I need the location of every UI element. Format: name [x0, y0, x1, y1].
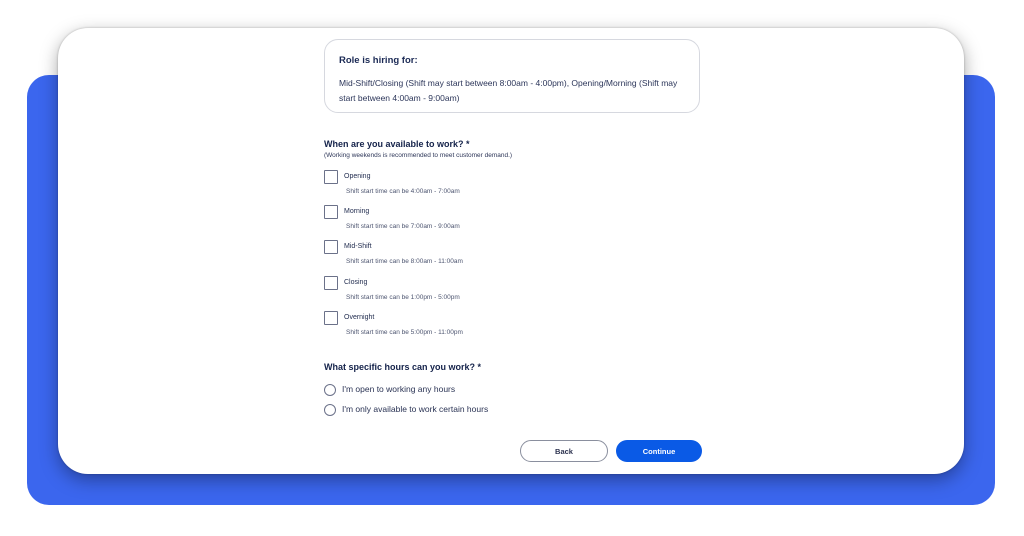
option-label: Closing [344, 279, 368, 286]
radio-button[interactable] [324, 404, 336, 416]
option-detail: Shift start time can be 4:00am - 7:00am [346, 188, 460, 195]
role-title: Role is hiring for: [339, 55, 418, 66]
option-detail: Shift start time can be 5:00pm - 11:00pm [346, 329, 463, 336]
availability-question: When are you available to work? * [324, 139, 470, 149]
back-button[interactable]: Back [520, 440, 608, 462]
hours-question: What specific hours can you work? * [324, 362, 482, 372]
option-label: Overnight [344, 314, 375, 321]
checkbox[interactable] [324, 311, 338, 325]
availability-note: (Working weekends is recommended to meet… [324, 152, 513, 159]
radio-label: I'm open to working any hours [342, 384, 456, 394]
availability-option-morning[interactable]: Morning Shift start time can be 7:00am -… [324, 205, 624, 237]
option-detail: Shift start time can be 1:00pm - 5:00pm [346, 294, 460, 301]
availability-option-mid-shift[interactable]: Mid-Shift Shift start time can be 8:00am… [324, 240, 624, 272]
role-info-box: Role is hiring for: Mid-Shift/Closing (S… [324, 39, 700, 113]
hours-option-any[interactable]: I'm open to working any hours [324, 383, 624, 399]
option-label: Opening [344, 173, 371, 180]
option-detail: Shift start time can be 8:00am - 11:00am [346, 258, 463, 265]
radio-button[interactable] [324, 384, 336, 396]
availability-option-closing[interactable]: Closing Shift start time can be 1:00pm -… [324, 276, 624, 308]
application-card: Role is hiring for: Mid-Shift/Closing (S… [58, 28, 964, 474]
radio-label: I'm only available to work certain hours [342, 404, 489, 414]
hours-option-certain[interactable]: I'm only available to work certain hours [324, 403, 624, 419]
checkbox[interactable] [324, 205, 338, 219]
option-label: Mid-Shift [344, 243, 372, 250]
checkbox[interactable] [324, 240, 338, 254]
option-detail: Shift start time can be 7:00am - 9:00am [346, 223, 460, 230]
checkbox[interactable] [324, 276, 338, 290]
option-label: Morning [344, 208, 370, 215]
checkbox[interactable] [324, 170, 338, 184]
continue-button[interactable]: Continue [616, 440, 702, 462]
availability-option-overnight[interactable]: Overnight Shift start time can be 5:00pm… [324, 311, 624, 343]
availability-option-opening[interactable]: Opening Shift start time can be 4:00am -… [324, 170, 624, 202]
role-description: Mid-Shift/Closing (Shift may start betwe… [339, 78, 678, 103]
